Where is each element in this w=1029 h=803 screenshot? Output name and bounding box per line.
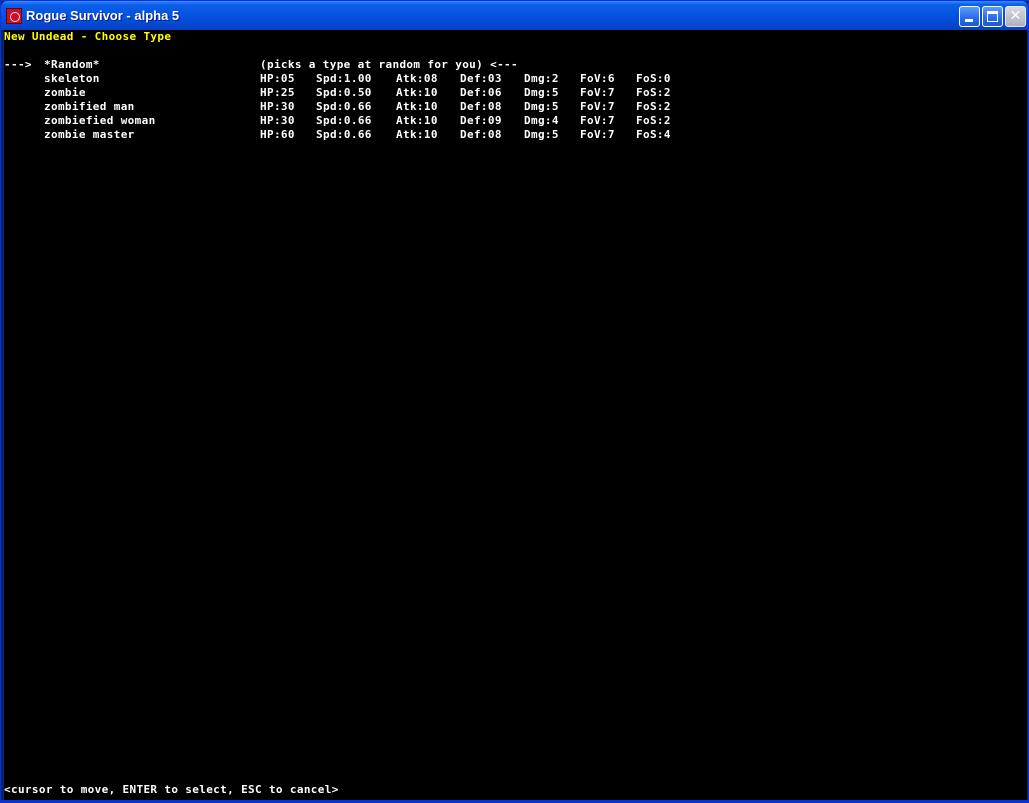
option-name: zombified man xyxy=(44,100,135,113)
stat-hp: HP:30 xyxy=(260,114,295,127)
close-icon: ✕ xyxy=(1009,8,1022,24)
stat-fov: FoV:6 xyxy=(580,72,615,85)
stat-spd: Spd:1.00 xyxy=(316,72,372,85)
minimize-button[interactable] xyxy=(959,6,980,27)
option-row-zombified-man[interactable]: zombified man HP:30 Spd:0.66 Atk:10 Def:… xyxy=(4,100,1024,114)
stat-atk: Atk:10 xyxy=(396,114,438,127)
stat-fov: FoV:7 xyxy=(580,100,615,113)
stat-def: Def:03 xyxy=(460,72,502,85)
maximize-button[interactable] xyxy=(982,6,1003,27)
close-button[interactable]: ✕ xyxy=(1005,6,1026,27)
stat-hp: HP:25 xyxy=(260,86,295,99)
stat-fov: FoV:7 xyxy=(580,128,615,141)
stat-spd: Spd:0.50 xyxy=(316,86,372,99)
stat-fos: FoS:4 xyxy=(636,128,671,141)
controls-hint: <cursor to move, ENTER to select, ESC to… xyxy=(4,783,339,796)
stat-spd: Spd:0.66 xyxy=(316,114,372,127)
stat-fov: FoV:7 xyxy=(580,86,615,99)
app-window: Rogue Survivor - alpha 5 ✕ New Undead - … xyxy=(0,0,1029,803)
screen-heading: New Undead - Choose Type xyxy=(4,30,172,43)
maximize-icon xyxy=(987,11,998,22)
option-row-zombie[interactable]: zombie HP:25 Spd:0.50 Atk:10 Def:06 Dmg:… xyxy=(4,86,1024,100)
stat-fos: FoS:2 xyxy=(636,114,671,127)
option-row-zombiefied-woman[interactable]: zombiefied woman HP:30 Spd:0.66 Atk:10 D… xyxy=(4,114,1024,128)
stat-dmg: Dmg:5 xyxy=(524,128,559,141)
stat-def: Def:06 xyxy=(460,86,502,99)
stat-fos: FoS:2 xyxy=(636,100,671,113)
option-name: skeleton xyxy=(44,72,100,85)
option-name: zombiefied woman xyxy=(44,114,156,127)
minimize-icon xyxy=(965,19,973,22)
stat-atk: Atk:10 xyxy=(396,86,438,99)
stat-fos: FoS:0 xyxy=(636,72,671,85)
title-bar[interactable]: Rogue Survivor - alpha 5 ✕ xyxy=(1,1,1028,30)
stat-dmg: Dmg:5 xyxy=(524,100,559,113)
option-row-zombie-master[interactable]: zombie master HP:60 Spd:0.66 Atk:10 Def:… xyxy=(4,128,1024,142)
stat-atk: Atk:10 xyxy=(396,128,438,141)
stat-spd: Spd:0.66 xyxy=(316,128,372,141)
stat-def: Def:08 xyxy=(460,100,502,113)
stat-dmg: Dmg:4 xyxy=(524,114,559,127)
app-icon[interactable] xyxy=(6,8,22,24)
option-description: (picks a type at random for you) <--- xyxy=(260,58,518,71)
stat-dmg: Dmg:5 xyxy=(524,86,559,99)
stat-spd: Spd:0.66 xyxy=(316,100,372,113)
stat-fos: FoS:2 xyxy=(636,86,671,99)
stat-atk: Atk:10 xyxy=(396,100,438,113)
option-name: zombie xyxy=(44,86,86,99)
stat-hp: HP:30 xyxy=(260,100,295,113)
option-name: zombie master xyxy=(44,128,135,141)
stat-hp: HP:05 xyxy=(260,72,295,85)
option-row-random[interactable]: ---> *Random* (picks a type at random fo… xyxy=(4,58,1024,72)
stat-def: Def:09 xyxy=(460,114,502,127)
window-title: Rogue Survivor - alpha 5 xyxy=(26,8,180,23)
stat-atk: Atk:08 xyxy=(396,72,438,85)
stat-def: Def:08 xyxy=(460,128,502,141)
option-name: *Random* xyxy=(44,58,100,71)
stat-hp: HP:60 xyxy=(260,128,295,141)
option-row-skeleton[interactable]: skeleton HP:05 Spd:1.00 Atk:08 Def:03 Dm… xyxy=(4,72,1024,86)
stat-dmg: Dmg:2 xyxy=(524,72,559,85)
stat-fov: FoV:7 xyxy=(580,114,615,127)
game-screen: New Undead - Choose Type ---> *Random* (… xyxy=(4,30,1027,800)
selection-cursor: ---> xyxy=(4,58,32,71)
